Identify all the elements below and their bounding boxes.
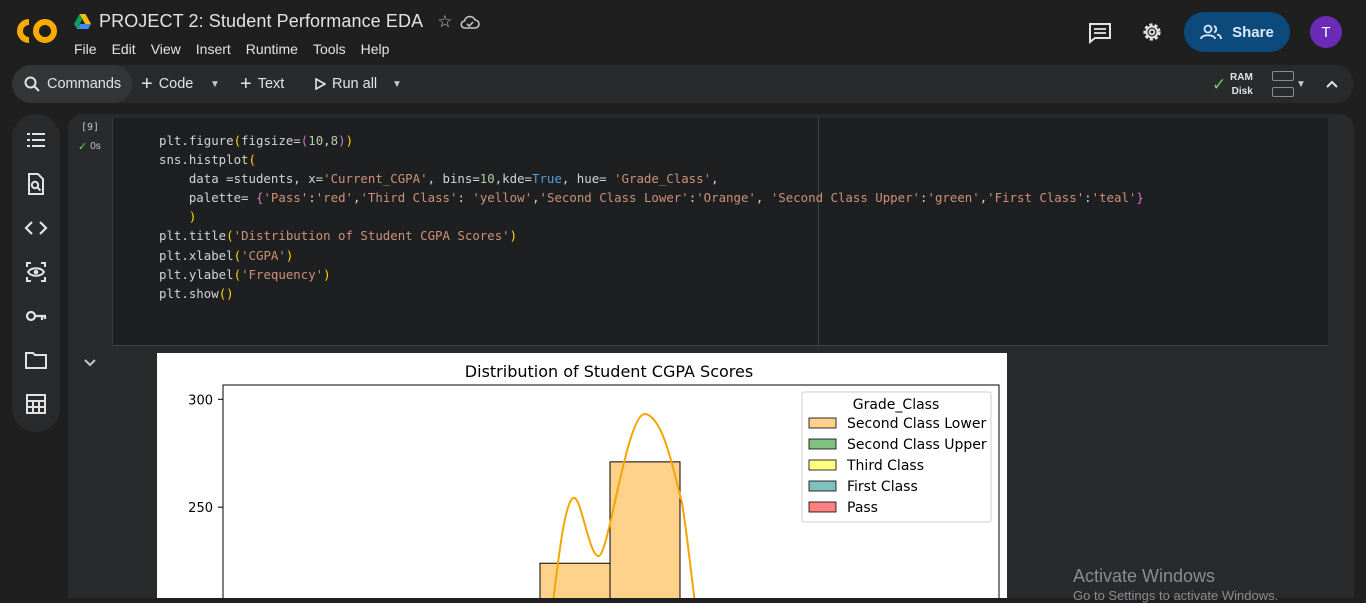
execution-count[interactable]: [9] [81,122,99,133]
code-snippets-icon[interactable] [24,216,48,240]
chevron-down-icon[interactable] [82,355,98,371]
menu-tools[interactable]: Tools [313,41,346,57]
histogram-chart: Distribution of Student CGPA Scores 300 2… [188,362,1000,598]
menu-edit[interactable]: Edit [112,41,136,57]
caret-down-icon: ▼ [1296,78,1306,90]
disk-label: Disk [1231,86,1253,97]
output-plot: Distribution of Student CGPA Scores 300 2… [157,353,1007,598]
left-sidebar [12,114,60,432]
run-all-dropdown[interactable]: ▼ [392,65,402,103]
resources-dropdown[interactable]: ▼ [1296,65,1306,103]
find-replace-icon[interactable] [24,172,48,196]
text-label: Text [257,76,285,92]
menu-file[interactable]: File [74,41,97,57]
code-label: Code [158,76,194,92]
collapse-header-button[interactable] [1325,65,1339,103]
y-tick-label: 250 [188,501,213,516]
run-all-label: Run all [332,76,378,92]
share-label: Share [1232,23,1274,41]
legend-label: First Class [847,479,918,495]
legend-label: Pass [847,500,878,516]
code-dropdown[interactable]: ▼ [210,65,220,103]
output-separator [112,345,1328,346]
chart-title: Distribution of Student CGPA Scores [465,362,753,381]
execution-time: 0s [90,141,101,152]
commands-label: Commands [47,76,122,92]
ram-bar [1272,71,1294,81]
legend-swatch [808,417,837,429]
star-icon[interactable]: ☆ [437,12,452,32]
legend-swatch [808,459,837,471]
histogram-bar [609,461,681,598]
execution-status: ✓ 0s [78,140,101,153]
legend-label: Second Class Upper [847,437,987,453]
legend-swatch [808,501,837,513]
folder-icon[interactable] [24,348,48,372]
share-button[interactable]: Share [1184,12,1290,52]
run-all-button[interactable]: Run all [314,65,377,103]
secrets-key-icon[interactable] [24,304,48,328]
search-icon [24,76,40,92]
legend: Grade_Class Second Class Lower Second Cla… [801,391,992,523]
play-icon [315,78,326,90]
menu-help[interactable]: Help [361,41,390,57]
legend-label: Second Class Lower [847,416,986,432]
cloud-icon[interactable] [460,14,481,30]
caret-down-icon: ▼ [392,78,402,90]
y-axis-ticks: 300250200 [188,393,223,516]
bars [539,461,681,598]
chevron-up-icon [1326,80,1338,88]
commands-button[interactable]: Commands [12,65,132,103]
code-editor[interactable]: plt.figure(figsize=(10,8)) sns.histplot(… [112,118,1328,346]
activate-windows-hint: Go to Settings to activate Windows. [1073,588,1279,603]
legend-title: Grade_Class [853,397,940,413]
connected-check-icon: ✓ [1212,75,1227,94]
top-bar: PROJECT 2: Student Performance EDA ☆ Fil… [0,0,1366,64]
gear-icon[interactable] [1140,20,1164,44]
check-icon: ✓ [78,141,88,153]
colab-logo[interactable] [16,16,58,46]
y-tick-label: 300 [188,393,213,408]
plus-icon: + [240,73,252,95]
caret-down-icon: ▼ [210,78,220,90]
menu-insert[interactable]: Insert [196,41,231,57]
drive-icon[interactable] [74,13,91,30]
legend-swatch [808,480,837,492]
table-of-contents-icon[interactable] [24,128,48,152]
plus-icon: + [141,73,153,95]
code-text: plt.figure(figsize=(10,8)) sns.histplot(… [159,133,1144,301]
menu-runtime[interactable]: Runtime [246,41,298,57]
menu-view[interactable]: View [151,41,181,57]
menu-bar: File Edit View Insert Runtime Tools Help [74,41,389,57]
legend-swatch [808,438,837,450]
activate-windows-watermark: Activate Windows [1073,566,1216,586]
notebook-toolbar: Commands + Code ▼ + Text Run all ▼ ✓ RAM… [12,65,1354,103]
disk-bar [1272,87,1294,97]
avatar[interactable]: T [1310,16,1342,48]
legend-label: Third Class [846,458,924,474]
variables-icon[interactable] [24,260,48,284]
notebook-title[interactable]: PROJECT 2: Student Performance EDA [99,11,423,32]
histogram-bar [539,562,611,598]
comment-icon[interactable] [1088,22,1112,44]
notebook-area: [9] ✓ 0s plt.figure(figsize=(10,8)) sns.… [68,114,1354,598]
people-icon [1200,24,1223,40]
resource-monitor[interactable]: RAM Disk [1230,71,1253,99]
ram-label: RAM [1230,72,1253,83]
data-table-icon[interactable] [24,392,48,416]
add-code-button[interactable]: + Code [141,65,193,103]
add-text-button[interactable]: + Text [240,65,284,103]
